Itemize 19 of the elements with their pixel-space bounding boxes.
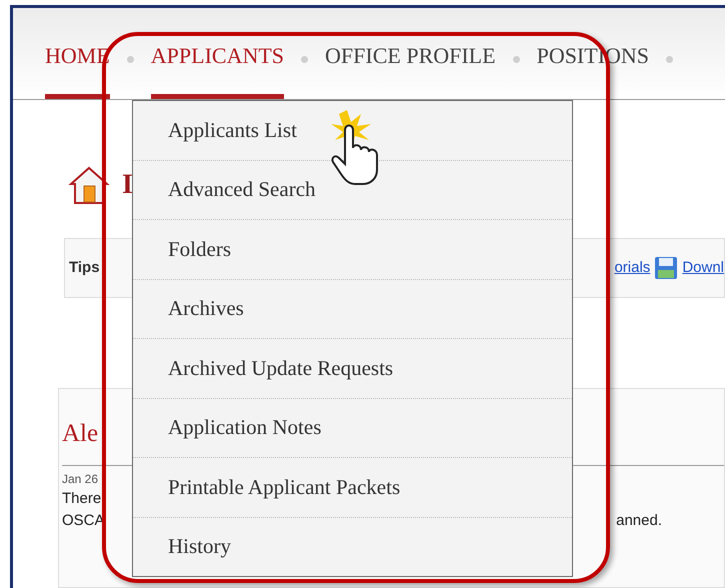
menu-item[interactable]: Folders xyxy=(133,219,572,278)
card-text: There xyxy=(62,488,102,508)
card-text: anned. xyxy=(616,510,662,530)
save-icon xyxy=(654,256,678,280)
menu-item[interactable]: History xyxy=(133,516,572,576)
page-heading: I xyxy=(122,168,133,202)
menu-item[interactable]: Applicants List xyxy=(133,101,572,160)
card-text: OSCA xyxy=(62,510,105,530)
tips-label: Tips xyxy=(69,258,100,278)
menu-item[interactable]: Application Notes xyxy=(133,398,572,457)
nav-link[interactable]: OFFICE PROFILE xyxy=(325,39,496,99)
card-title: Ale xyxy=(62,419,98,449)
card-date: Jan 26 xyxy=(62,470,98,488)
download-link[interactable]: Downl xyxy=(682,256,724,280)
tutorials-link[interactable]: orials xyxy=(614,256,650,280)
menu-item[interactable]: Archived Update Requests xyxy=(133,338,572,398)
house-icon xyxy=(68,164,110,206)
menu-item[interactable]: Printable Applicant Packets xyxy=(133,457,572,516)
menu-item[interactable]: Archives xyxy=(133,278,572,338)
